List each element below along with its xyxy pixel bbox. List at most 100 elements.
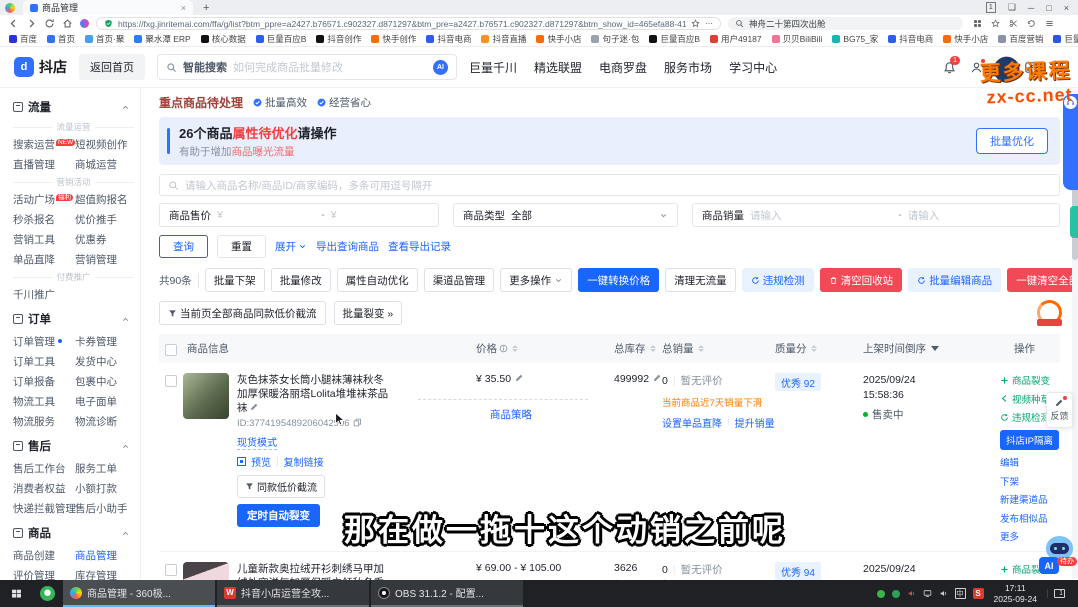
smart-search-input[interactable]: 智能搜索 如何完成商品批量修改 AI — [157, 54, 457, 80]
window-minimize-button[interactable]: ─ — [1028, 3, 1034, 13]
bookmark-item[interactable]: 用户49187 — [710, 33, 762, 45]
extension-icon[interactable] — [80, 19, 89, 28]
bookmark-item[interactable]: 贝贝BiliBili — [772, 33, 823, 45]
batch-button-批量修改[interactable]: 批量修改 — [271, 268, 331, 292]
taskbar-task[interactable]: W抖音小店运营全攻... — [217, 580, 369, 607]
url-more-icon[interactable]: ⋯ — [705, 19, 713, 28]
col-sales[interactable]: 总销量 — [662, 341, 704, 356]
sales-range-filter[interactable]: 商品销量 请输入 - 请输入 — [692, 203, 1060, 227]
promo-logo[interactable] — [1037, 300, 1062, 325]
batch-fission-button[interactable]: 批量裂变 » — [334, 301, 403, 325]
action-button-批量编辑商品[interactable]: 批量编辑商品 — [908, 268, 1001, 292]
sidebar-item-订单工具[interactable]: 订单工具 — [13, 351, 75, 371]
set-price-drop-link[interactable]: 设置单品直降 — [662, 415, 722, 430]
side-widget-tab[interactable] — [1070, 206, 1078, 238]
window-layout-icon[interactable]: ❏ — [1008, 2, 1016, 13]
header-nav-item[interactable]: 电商罗盘 — [599, 59, 647, 76]
bookmark-item[interactable]: 百度 — [9, 33, 37, 45]
edit-price-icon[interactable] — [515, 373, 524, 385]
history-undo-icon[interactable] — [1027, 15, 1036, 33]
tab-close-icon[interactable]: × — [181, 3, 186, 13]
tray-icon-green[interactable] — [877, 590, 885, 598]
ai-icon[interactable]: AI — [433, 60, 448, 75]
new-tab-button[interactable]: + — [203, 3, 209, 13]
bookmark-item[interactable]: 快手创作 — [371, 33, 416, 45]
sidebar-item-快递拦截管理[interactable]: 快递拦截管理 — [13, 498, 75, 518]
sidebar-item-优价推手[interactable]: 优价推手 — [75, 209, 134, 229]
product-image[interactable] — [183, 562, 229, 580]
header-nav-item[interactable]: 巨量千川 — [469, 59, 517, 76]
sidebar-item-秒杀报名[interactable]: 秒杀报名 — [13, 209, 75, 229]
select-all-checkbox[interactable] — [165, 344, 177, 356]
product-strategy-link[interactable]: 商品策略 — [490, 409, 532, 421]
sidebar-item-发货中心[interactable]: 发货中心 — [75, 351, 134, 371]
batch-button-更多操作[interactable]: 更多操作 — [500, 268, 572, 292]
sidebar-item-消费者权益[interactable]: 消费者权益 — [13, 478, 75, 498]
browser-logo-icon[interactable] — [5, 3, 15, 13]
sidebar-item-千川推广[interactable]: 千川推广 — [13, 284, 75, 304]
bookmark-item[interactable]: 快手小店 — [943, 33, 988, 45]
sidebar-item-短视频创作[interactable]: 短视频创作 — [75, 134, 134, 154]
bookmark-item[interactable]: 抖音电商 — [888, 33, 933, 45]
browser-tab[interactable]: 商品管理 × — [23, 0, 193, 15]
batch-optimize-button[interactable]: 批量优化 — [976, 128, 1048, 154]
sidebar-item-优惠券[interactable]: 优惠券 — [75, 229, 134, 249]
tray-monitor-icon[interactable] — [923, 589, 932, 598]
export-records-link[interactable]: 查看导出记录 — [388, 239, 451, 254]
action-button-违规检测[interactable]: 违规检测 — [742, 268, 814, 292]
action-button-清理无流量[interactable]: 清理无流量 — [665, 268, 736, 292]
bookmark-item[interactable]: 巨量引擎 — [1053, 33, 1078, 45]
sidebar-item-物流工具[interactable]: 物流工具 — [13, 391, 75, 411]
bookmark-item[interactable]: 核心数据 — [201, 33, 246, 45]
forward-icon[interactable] — [26, 18, 37, 29]
window-profile-badge[interactable]: 1 — [986, 2, 996, 13]
tray-icon-green2[interactable] — [892, 590, 900, 598]
taskbar-task[interactable]: OBS 31.1.2 - 配置... — [371, 580, 523, 607]
action-button-一键转换价格[interactable]: 一键转换价格 — [578, 268, 659, 292]
op-link-更多[interactable]: 更多 — [1000, 529, 1019, 543]
export-products-link[interactable]: 导出查询商品 — [316, 239, 379, 254]
expand-link[interactable]: 展开 — [275, 239, 307, 254]
url-box[interactable]: https://fxg.jinritemai.com/ffa/g/list?bt… — [96, 17, 721, 30]
copy-id-icon[interactable] — [353, 418, 362, 430]
bookmark-item[interactable]: 首页 — [47, 33, 75, 45]
ai-assistant-widget[interactable]: AI 待办 — [1039, 536, 1075, 574]
back-home-button[interactable]: 返回首页 — [79, 54, 145, 80]
sidebar-section-订单[interactable]: 订单 — [13, 305, 134, 331]
sidebar-item-售后工作台[interactable]: 售后工作台 — [13, 458, 75, 478]
workbench-plus-icon[interactable] — [1024, 61, 1037, 74]
batch-button-渠道品管理[interactable]: 渠道品管理 — [424, 268, 495, 292]
feedback-button[interactable]: 反馈 — [1046, 392, 1073, 428]
query-button[interactable]: 查询 — [159, 235, 208, 258]
monitor-icon[interactable] — [1051, 61, 1064, 74]
sidebar-item-商品创建[interactable]: 商品创建 — [13, 545, 75, 565]
product-title[interactable]: 儿童新款奥拉绒开衫刺绣马甲加绒外穿洋气加厚保暖立领秋冬季坎肩 — [237, 562, 389, 580]
col-quality[interactable]: 质量分 — [775, 341, 817, 356]
tray-volume-icon[interactable] — [939, 589, 948, 598]
sogou-icon[interactable]: S — [973, 588, 984, 599]
sidebar-item-营销管理[interactable]: 营销管理 — [75, 249, 134, 269]
header-nav-item[interactable]: 服务市场 — [664, 59, 712, 76]
shop-ip-isolate-button[interactable]: 抖店IP隔离 — [1000, 430, 1059, 450]
sidebar-item-卡券管理[interactable]: 卡券管理 — [75, 331, 134, 351]
preview-link[interactable]: 预览 — [251, 454, 271, 469]
dashboard-gauge-icon[interactable] — [997, 61, 1010, 74]
sidebar-item-商城运营[interactable]: 商城运营 — [75, 154, 134, 174]
product-type-select[interactable]: 商品类型 全部 — [453, 203, 678, 227]
customer-service-tab[interactable] — [1063, 94, 1078, 190]
bookmark-item[interactable]: 百度营销 — [998, 33, 1043, 45]
edit-title-icon[interactable] — [250, 402, 259, 414]
header-nav-item[interactable]: 精选联盟 — [534, 59, 582, 76]
apps-grid-icon[interactable] — [973, 15, 982, 33]
tray-speaker-muted-icon[interactable] — [907, 589, 916, 598]
price-range-filter[interactable]: 商品售价 ¥ - ¥ — [159, 203, 439, 227]
notification-center[interactable]: 1 — [1047, 589, 1071, 598]
back-icon[interactable] — [8, 18, 19, 29]
sidebar-item-售后小助手[interactable]: 售后小助手 — [75, 498, 134, 518]
sidebar-item-物流诊断[interactable]: 物流诊断 — [75, 411, 134, 431]
product-search-input[interactable]: 请输入商品名称/商品ID/商家编码，多条可用逗号隔开 — [159, 174, 1060, 196]
sidebar-section-售后[interactable]: 售后 — [13, 432, 134, 458]
bell-icon[interactable]: 1 — [943, 61, 956, 74]
col-time-sort[interactable]: 上架时间倒序 — [863, 341, 939, 356]
window-maximize-button[interactable]: □ — [1046, 3, 1051, 13]
